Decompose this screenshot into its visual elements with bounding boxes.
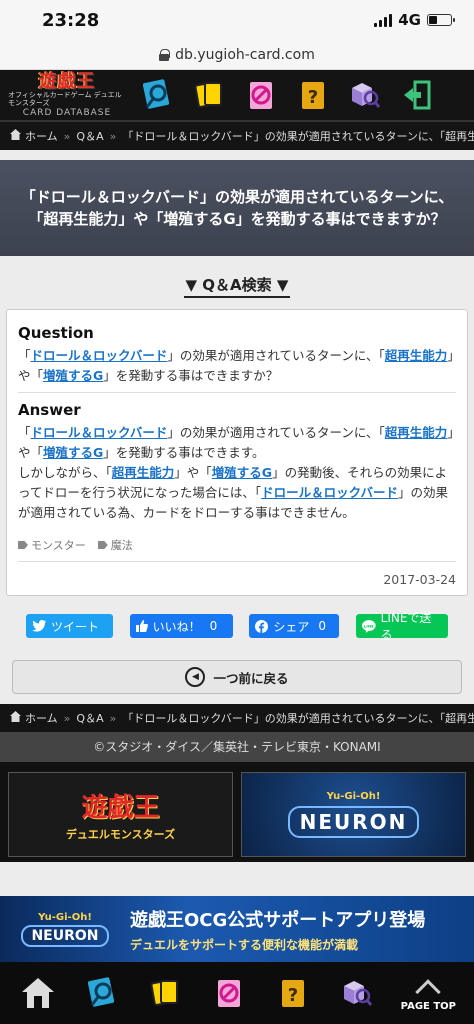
question-heading: Question: [18, 324, 94, 342]
faq-icon[interactable]: ?: [296, 77, 330, 113]
deck-icon[interactable]: [145, 973, 185, 1013]
back-arrow-icon: ◀: [185, 667, 206, 687]
tag-icon: [18, 541, 28, 549]
svg-text:?: ?: [288, 985, 298, 1006]
share-bar: ツイート いいね！ 0 シェア 0 LINE LINEで送る: [26, 611, 448, 642]
qa-search-label[interactable]: ▼ Q＆A検索 ▼: [183, 276, 291, 298]
signal-icon: [374, 13, 393, 27]
tag-list: モンスター 魔法: [18, 537, 456, 562]
status-indicators: 4G: [374, 11, 455, 29]
site-logo[interactable]: 遊戯王 オフィシャルカードゲーム デュエルモンスターズ CARD DATABAS…: [8, 70, 126, 118]
line-icon: LINE: [361, 619, 376, 633]
url-bar[interactable]: db.yugioh-card.com: [0, 40, 474, 70]
breadcrumb-bottom: ホーム » Q＆A » 「ドロール＆ロックバード」の効果が適用されているターンに…: [0, 704, 474, 732]
ocg-banner[interactable]: 遊戯王 デュエルモンスターズ: [8, 772, 233, 857]
facebook-share-button[interactable]: シェア 0: [249, 614, 340, 638]
like-count: 0: [209, 619, 218, 633]
home-icon: [10, 129, 21, 143]
faq-icon[interactable]: ?: [273, 973, 313, 1013]
thumbs-up-icon: [135, 620, 148, 632]
breadcrumb-qa[interactable]: Q＆A: [76, 710, 103, 726]
promo-badge-text: NEURON: [21, 924, 109, 947]
cube-search-icon[interactable]: [337, 973, 377, 1013]
card-link-super-rejuvenation[interactable]: 超再生能力: [112, 465, 175, 480]
line-label: LINEで送る: [380, 611, 432, 642]
logo-database: CARD DATABASE: [22, 107, 112, 118]
tag-icon: [97, 541, 108, 549]
ocg-banner-subtitle: デュエルモンスターズ: [65, 828, 176, 841]
qa-card: Question 「ドロール＆ロックバード」の効果が適用されているターンに、「超…: [6, 309, 468, 596]
share-count: 0: [318, 619, 326, 633]
cube-search-icon[interactable]: [348, 77, 382, 113]
card-search-icon[interactable]: [140, 77, 174, 113]
publish-date: 2017-03-24: [383, 572, 456, 587]
card-link-drolll[interactable]: ドロール＆ロックバード: [31, 425, 168, 440]
like-label: いいね！: [152, 619, 201, 634]
logo-subtitle: オフィシャルカードゲーム デュエルモンスターズ: [8, 90, 122, 107]
back-label: 一つ前に戻る: [213, 670, 289, 686]
lock-icon: [159, 48, 171, 61]
tag-monster[interactable]: モンスター: [18, 537, 86, 553]
forbidden-icon[interactable]: [244, 77, 278, 113]
like-button[interactable]: いいね！ 0: [129, 614, 233, 638]
answer-heading: Answer: [18, 401, 81, 419]
home-icon[interactable]: [18, 973, 58, 1013]
breadcrumb-home[interactable]: ホーム: [25, 710, 58, 726]
breadcrumb: ホーム » Q＆A » 「ドロール＆ロックバード」の効果が適用されているターンに…: [0, 122, 474, 150]
forbidden-icon[interactable]: [209, 973, 249, 1013]
app-promo-banner[interactable]: Yu-Gi-Oh! NEURON 遊戯王OCG公式サポートアプリ登場 デュエルを…: [0, 896, 474, 962]
breadcrumb-current: 「ドロール＆ロックバード」の効果が適用されているターンに、「超再生...: [122, 712, 474, 725]
card-link-maxx-c[interactable]: 増殖するG: [43, 368, 103, 383]
card-link-drolll[interactable]: ドロール＆ロックバード: [31, 348, 168, 363]
home-icon: [10, 711, 21, 725]
question-text: 「ドロール＆ロックバード」の効果が適用されているターンに、「超再生能力」や「増殖…: [18, 348, 454, 383]
tag-spell[interactable]: 魔法: [97, 537, 133, 553]
svg-text:?: ?: [308, 87, 318, 108]
answer-text: 「ドロール＆ロックバード」の効果が適用されているターンに、「超再生能力」や「増殖…: [18, 425, 454, 520]
page-title: 「ドロール＆ロックバード」の効果が適用されているターンに、「超再生能力」や「増殖…: [20, 188, 454, 228]
bottom-nav: ? PAGE TOP: [0, 962, 474, 1024]
card-link-maxx-c[interactable]: 増殖するG: [43, 445, 103, 460]
breadcrumb-qa[interactable]: Q＆A: [76, 128, 103, 144]
status-bar: 23:28 4G: [0, 0, 474, 40]
neuron-banner-brand: Yu-Gi-Oh!: [326, 791, 381, 802]
promo-title: 遊戯王OCG公式サポートアプリ登場: [130, 909, 426, 931]
site-header: 遊戯王 オフィシャルカードゲーム デュエルモンスターズ CARD DATABAS…: [0, 70, 474, 122]
page-top-button[interactable]: PAGE TOP: [401, 975, 456, 1012]
twitter-icon: [32, 620, 46, 632]
back-button[interactable]: ◀ 一つ前に戻る: [12, 660, 462, 694]
copyright: ©スタジオ・ダイス／集英社・テレビ東京・KONAMI: [0, 732, 474, 762]
tweet-label: ツイート: [51, 619, 100, 634]
network-type: 4G: [398, 11, 421, 29]
login-icon[interactable]: [400, 77, 434, 113]
neuron-badge: Yu-Gi-Oh! NEURON: [10, 903, 120, 955]
neuron-banner-title: NEURON: [287, 806, 420, 838]
header-nav: ?: [140, 77, 434, 113]
banner-row: 遊戯王 デュエルモンスターズ Yu-Gi-Oh! NEURON: [0, 762, 474, 862]
status-time: 23:28: [42, 9, 100, 31]
card-link-super-rejuvenation[interactable]: 超再生能力: [385, 425, 448, 440]
breadcrumb-home[interactable]: ホーム: [25, 128, 58, 144]
svg-text:LINE: LINE: [364, 623, 374, 628]
promo-brand: Yu-Gi-Oh!: [38, 911, 92, 923]
card-link-super-rejuvenation[interactable]: 超再生能力: [385, 348, 448, 363]
deck-icon[interactable]: [192, 77, 226, 113]
question-title-band: 「ドロール＆ロックバード」の効果が適用されているターンに、「超再生能力」や「増殖…: [0, 160, 474, 256]
share-label: シェア: [273, 619, 310, 634]
card-link-maxx-c[interactable]: 増殖するG: [212, 465, 272, 480]
ocg-banner-title: 遊戯王: [81, 793, 160, 823]
url-text: db.yugioh-card.com: [175, 46, 315, 63]
logo-title: 遊戯王: [38, 70, 96, 92]
tweet-button[interactable]: ツイート: [26, 614, 113, 638]
qa-search-toggle[interactable]: ▼ Q＆A検索 ▼: [0, 274, 474, 298]
breadcrumb-current: 「ドロール＆ロックバード」の効果が適用されているターンに、「超再生: [122, 130, 474, 143]
battery-icon: [427, 14, 455, 26]
line-share-button[interactable]: LINE LINEで送る: [355, 611, 448, 642]
promo-subtitle: デュエルをサポートする便利な機能が満載: [130, 937, 359, 952]
card-search-icon[interactable]: [82, 973, 122, 1013]
neuron-banner[interactable]: Yu-Gi-Oh! NEURON: [241, 772, 466, 857]
facebook-icon: [255, 619, 269, 633]
card-link-drolll[interactable]: ドロール＆ロックバード: [261, 485, 398, 500]
